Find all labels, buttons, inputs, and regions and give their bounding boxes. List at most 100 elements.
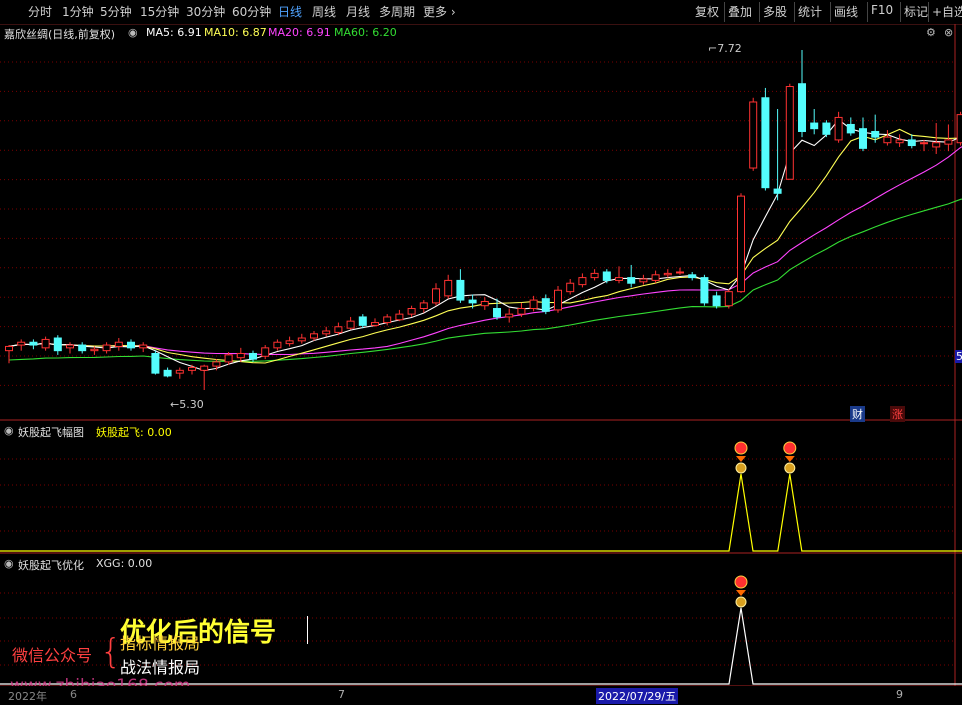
candle-body-up (785, 86, 794, 180)
candle-body-up (944, 139, 953, 145)
candle-body-down (688, 274, 697, 279)
ma20-label: MA20: 6.91 (268, 26, 331, 39)
candle-body-up (639, 278, 648, 283)
indicator2-title: 妖股起飞优化 (18, 559, 84, 572)
limit-up-badge[interactable]: 涨 (890, 406, 905, 422)
indicator1-flag-icon (734, 441, 748, 455)
candle-body-down (871, 130, 880, 138)
candle-body-down (761, 97, 770, 189)
candle-body-down (456, 279, 465, 301)
candle-body-up (883, 136, 892, 144)
candle-body-up (554, 289, 562, 311)
low-price-label: ←5.30 (170, 398, 204, 411)
ma60-label: MA60: 6.20 (334, 26, 397, 39)
axis-year-label: 2022年 (8, 690, 47, 703)
candle-body-up (285, 340, 294, 345)
candle-body-up (261, 347, 270, 357)
wechat-label: 微信公众号 (12, 646, 93, 665)
indicator2-coin-icon (735, 596, 747, 608)
axis-month-9: 9 (896, 688, 903, 701)
collapse-icon[interactable]: ◉ (128, 26, 138, 39)
candle-body-down (53, 337, 62, 352)
candle-body-down (127, 341, 135, 349)
candle-body-down (822, 122, 831, 135)
settings-icon[interactable]: ⚙ (926, 26, 936, 39)
candle-body-down (602, 271, 611, 281)
candle-body-up (956, 114, 962, 144)
candle-body-down (773, 188, 782, 194)
candle-body-up (651, 274, 660, 281)
close-panel-icon[interactable]: ⊗ (944, 26, 953, 39)
candle-body-up (66, 344, 74, 349)
candle-body-up (480, 300, 489, 307)
candle-body-up (920, 142, 928, 145)
indicator1-value: 妖股起飞: 0.00 (96, 426, 172, 439)
candle-body-up (224, 354, 233, 363)
axis-month-7: 7 (338, 688, 345, 701)
candle-body-up (517, 308, 526, 315)
indicator1-signal-line (0, 473, 962, 552)
indicator2-flag-icon (734, 575, 748, 589)
candle-body-down (358, 316, 367, 326)
axis-month-6: 6 (70, 688, 77, 701)
candle-body-down (249, 352, 257, 360)
candle-body-up (90, 348, 99, 352)
candle-body-down (810, 122, 819, 130)
candle-body-up (615, 277, 623, 281)
candle-body-up (749, 101, 758, 169)
candle-body-up (590, 272, 599, 279)
candle-body-up (212, 361, 221, 367)
candle-body-up (932, 142, 941, 148)
price-scale-tab[interactable]: 5 (955, 350, 962, 363)
candle-body-down (29, 341, 38, 346)
axis-date-highlight: 2022/07/29/五 (596, 688, 679, 704)
indicator1-flag-icon (783, 441, 797, 455)
candle-body-up (676, 271, 684, 274)
date-axis (0, 686, 962, 705)
ma60-line (8, 198, 962, 362)
candle-body-up (395, 313, 404, 321)
account-1-label: 指标情报局 (120, 634, 201, 653)
stock-name-label: 嘉欣丝绸(日线,前复权) (4, 28, 116, 41)
text-cursor (307, 616, 308, 644)
candle-body-up (529, 299, 538, 310)
indicator1-collapse-icon[interactable]: ◉ (4, 424, 14, 437)
kline-chart-canvas (0, 24, 962, 690)
candle-body-up (432, 288, 440, 304)
candle-body-up (5, 345, 13, 352)
candle-body-up (663, 272, 672, 276)
indicator2-collapse-icon[interactable]: ◉ (4, 557, 14, 570)
ma10-line (8, 128, 962, 364)
candle-body-down (493, 308, 501, 318)
account-2-label: 战法情报局 (120, 658, 201, 677)
candle-body-down (627, 277, 636, 284)
ma20-line (8, 146, 962, 356)
candle-body-up (407, 308, 416, 315)
candle-body-down (541, 298, 550, 312)
brace-glyph: { (100, 632, 122, 672)
candle-body-up (737, 195, 745, 293)
candle-body-up (17, 341, 26, 346)
candle-body-down (859, 128, 867, 149)
candle-body-down (163, 369, 172, 377)
candle-body-up (895, 139, 904, 144)
candle-body-up (566, 282, 575, 293)
candle-body-up (419, 302, 428, 310)
candle-body-up (322, 330, 331, 335)
candle-body-down (907, 139, 916, 147)
candle-body-up (236, 352, 245, 359)
indicator1-coin-icon (784, 462, 796, 474)
candle-body-up (578, 277, 587, 286)
candle-body-down (468, 299, 477, 304)
candle-body-up (139, 344, 148, 349)
candle-body-down (700, 277, 709, 304)
candle-body-up (273, 341, 282, 349)
candle-body-up (371, 322, 379, 326)
finance-badge[interactable]: 财 (850, 406, 865, 422)
candle-body-up (724, 291, 733, 307)
candle-body-up (41, 338, 50, 349)
candle-body-down (846, 123, 855, 134)
candle-body-up (346, 320, 355, 329)
candle-body-up (200, 365, 209, 371)
candle-body-up (297, 337, 306, 342)
